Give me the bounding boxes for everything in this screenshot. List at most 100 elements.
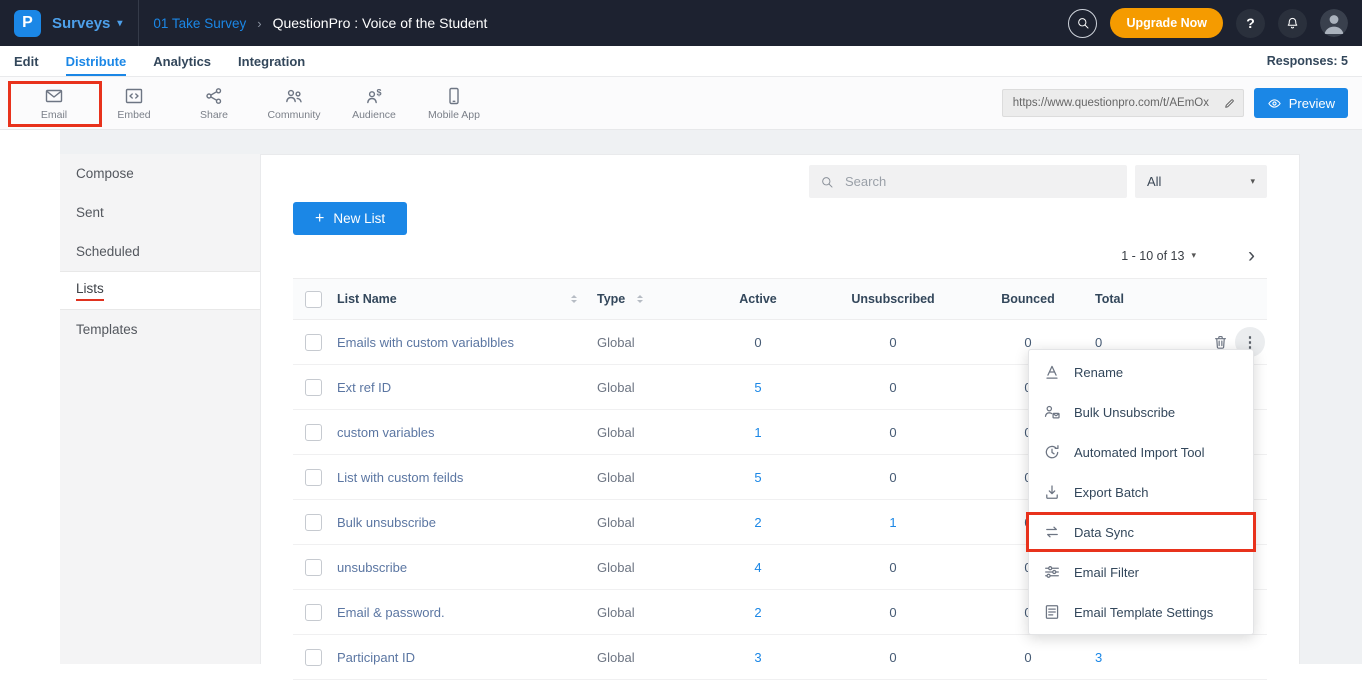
tab-analytics[interactable]: Analytics [153,46,211,76]
breadcrumb-survey-name[interactable]: 01 Take Survey [153,16,246,31]
survey-url-box[interactable] [1002,89,1244,117]
active-count[interactable]: 2 [703,605,813,620]
row-checkbox[interactable] [305,649,322,666]
preview-button[interactable]: Preview [1254,88,1348,118]
menu-item-email-template-settings[interactable]: Email Template Settings [1029,592,1253,632]
delete-list-icon[interactable] [1212,334,1229,351]
row-checkbox[interactable] [305,559,322,576]
notifications-button[interactable] [1278,9,1307,38]
active-count[interactable]: 5 [703,380,813,395]
menu-item-automated-import-tool[interactable]: Automated Import Tool [1029,432,1253,472]
rename-icon [1043,363,1061,381]
bulk-unsubscribe-icon [1043,403,1061,421]
row-checkbox[interactable] [305,469,322,486]
list-name-link[interactable]: Bulk unsubscribe [333,515,436,530]
list-name-link[interactable]: Email & password. [333,605,445,620]
active-count[interactable]: 0 [703,335,813,350]
questionpro-logo[interactable]: P [14,10,41,37]
list-type: Global [593,605,703,620]
active-count[interactable]: 4 [703,560,813,575]
menu-item-label: Data Sync [1074,525,1134,540]
list-type: Global [593,650,703,665]
user-avatar[interactable] [1320,9,1348,37]
menu-item-rename[interactable]: Rename [1029,352,1253,392]
channel-audience[interactable]: $Audience [334,86,414,121]
total-count[interactable]: 0 [1083,335,1198,350]
column-type[interactable]: Type [597,292,625,306]
list-name-link[interactable]: unsubscribe [333,560,407,575]
mobile-icon [444,86,464,106]
new-list-button[interactable]: + New List [293,202,407,235]
menu-item-export-batch[interactable]: Export Batch [1029,472,1253,512]
active-count[interactable]: 5 [703,470,813,485]
filter-icon [1043,563,1061,581]
list-name-link[interactable]: custom variables [333,425,435,440]
sidebar-item-sent[interactable]: Sent [60,193,260,232]
total-count[interactable]: 3 [1083,650,1198,665]
menu-item-bulk-unsubscribe[interactable]: Bulk Unsubscribe [1029,392,1253,432]
upgrade-button[interactable]: Upgrade Now [1110,8,1223,38]
edit-url-button[interactable] [1217,90,1243,116]
distribute-toolbar: EmailEmbed Share Community$AudienceMobile … [0,77,1362,130]
unsubscribed-count[interactable]: 0 [813,335,973,350]
bounced-count[interactable]: 0 [973,650,1083,665]
active-count[interactable]: 3 [703,650,813,665]
product-switcher[interactable]: Surveys ▾ [52,15,122,32]
chevron-down-icon: ▾ [1250,176,1255,187]
unsubscribed-count[interactable]: 0 [813,605,973,620]
next-page-button[interactable]: › [1248,245,1255,266]
sidebar-item-compose[interactable]: Compose [60,154,260,193]
channel-mobile-app[interactable]: Mobile App [414,86,494,121]
menu-item-email-filter[interactable]: Email Filter [1029,552,1253,592]
breadcrumb-separator: › [257,16,261,31]
menu-item-label: Email Template Settings [1074,605,1213,620]
tab-edit[interactable]: Edit [14,46,39,76]
unsubscribed-count[interactable]: 0 [813,560,973,575]
unsubscribed-count[interactable]: 0 [813,470,973,485]
sort-icon[interactable] [571,295,577,303]
list-search-input[interactable] [843,173,1116,190]
column-list-name[interactable]: List Name [337,292,397,306]
bounced-count[interactable]: 0 [973,335,1083,350]
active-count[interactable]: 2 [703,515,813,530]
list-name-link[interactable]: Participant ID [333,650,415,665]
pagination-dropdown[interactable]: 1 - 10 of 13 ▾ [1121,249,1196,263]
channel-email[interactable]: Email [14,86,94,121]
menu-item-data-sync[interactable]: Data Sync [1026,512,1256,552]
survey-url-input[interactable] [1011,96,1217,110]
row-checkbox[interactable] [305,334,322,351]
row-checkbox[interactable] [305,379,322,396]
survey-nav-tabs: Edit Distribute Analytics Integration Respo… [0,46,1362,77]
tab-distribute[interactable]: Distribute [66,46,127,76]
list-filter-dropdown[interactable]: All ▾ [1135,165,1267,198]
row-checkbox[interactable] [305,514,322,531]
sidebar-item-scheduled[interactable]: Scheduled [60,232,260,271]
row-checkbox[interactable] [305,424,322,441]
channel-share[interactable]: Share [174,86,254,121]
help-button[interactable]: ? [1236,9,1265,38]
row-checkbox[interactable] [305,604,322,621]
sidebar-item-lists[interactable]: Lists [60,271,260,310]
unsubscribed-count[interactable]: 0 [813,380,973,395]
list-name-link[interactable]: Emails with custom variablbles [333,335,514,350]
select-all-checkbox[interactable] [305,291,322,308]
share-icon [204,86,224,106]
unsubscribed-count[interactable]: 1 [813,515,973,530]
responses-count: Responses: 5 [1267,54,1348,68]
unsubscribed-count[interactable]: 0 [813,650,973,665]
active-count[interactable]: 1 [703,425,813,440]
list-search-box[interactable] [809,165,1127,198]
channel-label: Share [200,109,228,121]
sidebar-item-templates[interactable]: Templates [60,310,260,349]
chevron-down-icon: ▾ [1191,250,1196,261]
tab-integration[interactable]: Integration [238,46,305,76]
email-icon [44,86,64,106]
sort-icon[interactable] [637,295,643,303]
table-row[interactable]: Participant ID Global 3 0 0 3 ⋮ [293,635,1267,680]
list-name-link[interactable]: Ext ref ID [333,380,391,395]
channel-community[interactable]: Community [254,86,334,121]
list-name-link[interactable]: List with custom feilds [333,470,463,485]
channel-embed[interactable]: Embed [94,86,174,121]
unsubscribed-count[interactable]: 0 [813,425,973,440]
search-button[interactable] [1068,9,1097,38]
